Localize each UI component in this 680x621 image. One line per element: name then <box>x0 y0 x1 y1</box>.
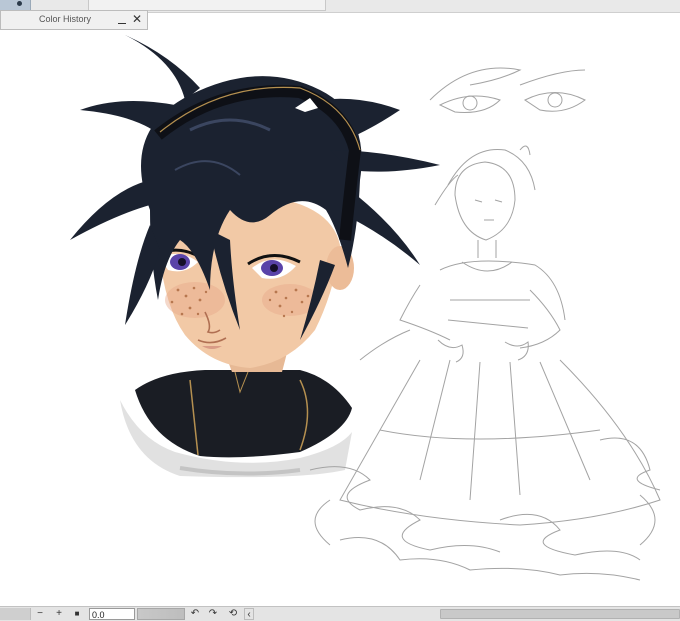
tab-dot-icon <box>17 1 22 6</box>
zoom-value-input[interactable]: 0.0 <box>89 608 135 620</box>
color-history-title: Color History <box>39 14 92 24</box>
drawing-canvas[interactable] <box>0 30 680 606</box>
scroll-left-button[interactable]: ‹ <box>244 608 254 620</box>
navigator-grip[interactable] <box>0 608 31 620</box>
stop-icon[interactable]: ■ <box>71 608 83 620</box>
close-icon[interactable]: ✕ <box>131 12 143 26</box>
portrait-illustration <box>70 35 440 478</box>
canvas-status-bar: − + ■ 0.0 ↶ ↷ ⟲ ‹ <box>0 606 680 621</box>
zoom-out-icon[interactable]: − <box>34 608 46 620</box>
horizontal-scrollbar-thumb[interactable] <box>440 609 680 619</box>
color-history-panel[interactable]: Color History ✕ <box>0 10 148 30</box>
zoom-slider[interactable] <box>137 608 185 620</box>
reset-rotation-icon[interactable]: ⟲ <box>226 608 240 620</box>
minimize-icon[interactable] <box>116 13 128 27</box>
rotate-left-icon[interactable]: ↶ <box>188 608 202 620</box>
rotate-right-icon[interactable]: ↷ <box>206 608 220 620</box>
zoom-in-icon[interactable]: + <box>53 608 65 620</box>
pencil-sketch <box>309 67 661 581</box>
